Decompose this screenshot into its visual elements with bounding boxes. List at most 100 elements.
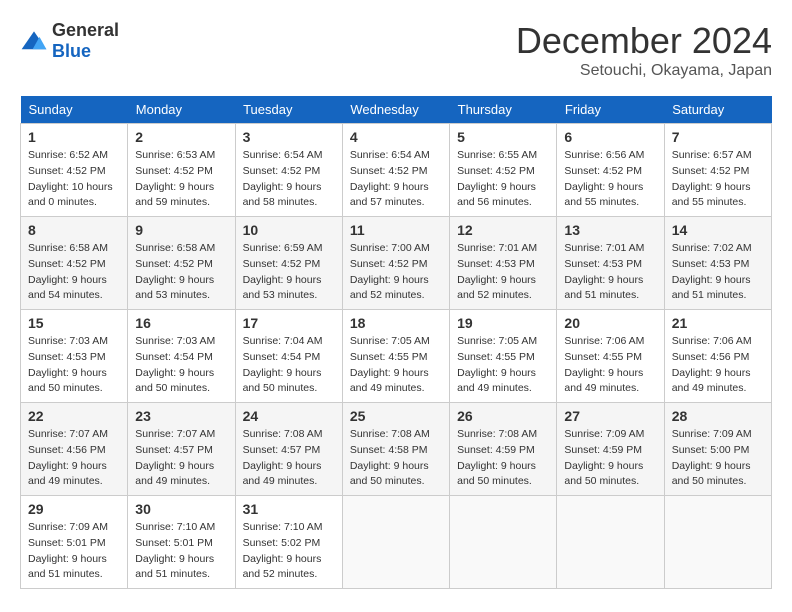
- logo-icon: [20, 30, 48, 52]
- table-row: 10 Sunrise: 6:59 AM Sunset: 4:52 PM Dayl…: [235, 217, 342, 310]
- table-row: 13 Sunrise: 7:01 AM Sunset: 4:53 PM Dayl…: [557, 217, 664, 310]
- table-row: 4 Sunrise: 6:54 AM Sunset: 4:52 PM Dayli…: [342, 124, 449, 217]
- day-number: 5: [457, 129, 549, 145]
- day-number: 7: [672, 129, 764, 145]
- day-number: 31: [243, 501, 335, 517]
- calendar-week-row: 15 Sunrise: 7:03 AM Sunset: 4:53 PM Dayl…: [21, 310, 772, 403]
- table-row: 6 Sunrise: 6:56 AM Sunset: 4:52 PM Dayli…: [557, 124, 664, 217]
- calendar-week-row: 29 Sunrise: 7:09 AM Sunset: 5:01 PM Dayl…: [21, 496, 772, 589]
- day-info: Sunrise: 6:58 AM Sunset: 4:52 PM Dayligh…: [135, 241, 227, 304]
- table-row: 14 Sunrise: 7:02 AM Sunset: 4:53 PM Dayl…: [664, 217, 771, 310]
- table-row: 29 Sunrise: 7:09 AM Sunset: 5:01 PM Dayl…: [21, 496, 128, 589]
- col-tuesday: Tuesday: [235, 96, 342, 124]
- day-info: Sunrise: 7:03 AM Sunset: 4:54 PM Dayligh…: [135, 334, 227, 397]
- day-info: Sunrise: 7:08 AM Sunset: 4:58 PM Dayligh…: [350, 427, 442, 490]
- table-row: 3 Sunrise: 6:54 AM Sunset: 4:52 PM Dayli…: [235, 124, 342, 217]
- col-saturday: Saturday: [664, 96, 771, 124]
- day-info: Sunrise: 7:06 AM Sunset: 4:55 PM Dayligh…: [564, 334, 656, 397]
- table-row: 22 Sunrise: 7:07 AM Sunset: 4:56 PM Dayl…: [21, 403, 128, 496]
- table-row: 24 Sunrise: 7:08 AM Sunset: 4:57 PM Dayl…: [235, 403, 342, 496]
- day-info: Sunrise: 7:09 AM Sunset: 5:00 PM Dayligh…: [672, 427, 764, 490]
- table-row: 28 Sunrise: 7:09 AM Sunset: 5:00 PM Dayl…: [664, 403, 771, 496]
- day-info: Sunrise: 7:06 AM Sunset: 4:56 PM Dayligh…: [672, 334, 764, 397]
- day-info: Sunrise: 7:01 AM Sunset: 4:53 PM Dayligh…: [564, 241, 656, 304]
- table-row: 15 Sunrise: 7:03 AM Sunset: 4:53 PM Dayl…: [21, 310, 128, 403]
- calendar-table: Sunday Monday Tuesday Wednesday Thursday…: [20, 96, 772, 589]
- table-row: 19 Sunrise: 7:05 AM Sunset: 4:55 PM Dayl…: [450, 310, 557, 403]
- day-info: Sunrise: 7:07 AM Sunset: 4:57 PM Dayligh…: [135, 427, 227, 490]
- day-number: 21: [672, 315, 764, 331]
- day-number: 11: [350, 222, 442, 238]
- table-row: 7 Sunrise: 6:57 AM Sunset: 4:52 PM Dayli…: [664, 124, 771, 217]
- day-info: Sunrise: 6:52 AM Sunset: 4:52 PM Dayligh…: [28, 148, 120, 211]
- table-row: 18 Sunrise: 7:05 AM Sunset: 4:55 PM Dayl…: [342, 310, 449, 403]
- day-info: Sunrise: 7:00 AM Sunset: 4:52 PM Dayligh…: [350, 241, 442, 304]
- day-info: Sunrise: 7:07 AM Sunset: 4:56 PM Dayligh…: [28, 427, 120, 490]
- day-info: Sunrise: 7:09 AM Sunset: 4:59 PM Dayligh…: [564, 427, 656, 490]
- day-number: 24: [243, 408, 335, 424]
- day-number: 14: [672, 222, 764, 238]
- day-number: 27: [564, 408, 656, 424]
- day-info: Sunrise: 6:54 AM Sunset: 4:52 PM Dayligh…: [243, 148, 335, 211]
- logo-text: General Blue: [52, 20, 119, 62]
- table-row: 21 Sunrise: 7:06 AM Sunset: 4:56 PM Dayl…: [664, 310, 771, 403]
- day-info: Sunrise: 6:55 AM Sunset: 4:52 PM Dayligh…: [457, 148, 549, 211]
- table-row: [450, 496, 557, 589]
- calendar-week-row: 22 Sunrise: 7:07 AM Sunset: 4:56 PM Dayl…: [21, 403, 772, 496]
- table-row: 1 Sunrise: 6:52 AM Sunset: 4:52 PM Dayli…: [21, 124, 128, 217]
- table-row: [557, 496, 664, 589]
- day-info: Sunrise: 7:03 AM Sunset: 4:53 PM Dayligh…: [28, 334, 120, 397]
- day-info: Sunrise: 6:59 AM Sunset: 4:52 PM Dayligh…: [243, 241, 335, 304]
- day-info: Sunrise: 6:57 AM Sunset: 4:52 PM Dayligh…: [672, 148, 764, 211]
- day-number: 10: [243, 222, 335, 238]
- col-friday: Friday: [557, 96, 664, 124]
- table-row: 16 Sunrise: 7:03 AM Sunset: 4:54 PM Dayl…: [128, 310, 235, 403]
- day-info: Sunrise: 6:54 AM Sunset: 4:52 PM Dayligh…: [350, 148, 442, 211]
- day-number: 3: [243, 129, 335, 145]
- day-info: Sunrise: 7:09 AM Sunset: 5:01 PM Dayligh…: [28, 520, 120, 583]
- day-info: Sunrise: 7:05 AM Sunset: 4:55 PM Dayligh…: [457, 334, 549, 397]
- day-number: 12: [457, 222, 549, 238]
- table-row: 17 Sunrise: 7:04 AM Sunset: 4:54 PM Dayl…: [235, 310, 342, 403]
- day-number: 19: [457, 315, 549, 331]
- logo: General Blue: [20, 20, 119, 62]
- table-row: 25 Sunrise: 7:08 AM Sunset: 4:58 PM Dayl…: [342, 403, 449, 496]
- day-info: Sunrise: 7:05 AM Sunset: 4:55 PM Dayligh…: [350, 334, 442, 397]
- day-info: Sunrise: 6:53 AM Sunset: 4:52 PM Dayligh…: [135, 148, 227, 211]
- day-info: Sunrise: 7:01 AM Sunset: 4:53 PM Dayligh…: [457, 241, 549, 304]
- table-row: 20 Sunrise: 7:06 AM Sunset: 4:55 PM Dayl…: [557, 310, 664, 403]
- title-block: December 2024 Setouchi, Okayama, Japan: [516, 20, 772, 80]
- table-row: 9 Sunrise: 6:58 AM Sunset: 4:52 PM Dayli…: [128, 217, 235, 310]
- day-number: 20: [564, 315, 656, 331]
- day-number: 16: [135, 315, 227, 331]
- col-monday: Monday: [128, 96, 235, 124]
- day-number: 13: [564, 222, 656, 238]
- day-number: 1: [28, 129, 120, 145]
- calendar-week-row: 8 Sunrise: 6:58 AM Sunset: 4:52 PM Dayli…: [21, 217, 772, 310]
- day-number: 15: [28, 315, 120, 331]
- col-sunday: Sunday: [21, 96, 128, 124]
- day-number: 8: [28, 222, 120, 238]
- col-wednesday: Wednesday: [342, 96, 449, 124]
- day-info: Sunrise: 7:02 AM Sunset: 4:53 PM Dayligh…: [672, 241, 764, 304]
- day-info: Sunrise: 6:58 AM Sunset: 4:52 PM Dayligh…: [28, 241, 120, 304]
- table-row: 8 Sunrise: 6:58 AM Sunset: 4:52 PM Dayli…: [21, 217, 128, 310]
- day-number: 17: [243, 315, 335, 331]
- table-row: 11 Sunrise: 7:00 AM Sunset: 4:52 PM Dayl…: [342, 217, 449, 310]
- day-info: Sunrise: 7:10 AM Sunset: 5:01 PM Dayligh…: [135, 520, 227, 583]
- table-row: 23 Sunrise: 7:07 AM Sunset: 4:57 PM Dayl…: [128, 403, 235, 496]
- month-title: December 2024: [516, 20, 772, 62]
- table-row: 30 Sunrise: 7:10 AM Sunset: 5:01 PM Dayl…: [128, 496, 235, 589]
- day-info: Sunrise: 7:08 AM Sunset: 4:57 PM Dayligh…: [243, 427, 335, 490]
- day-number: 22: [28, 408, 120, 424]
- table-row: 5 Sunrise: 6:55 AM Sunset: 4:52 PM Dayli…: [450, 124, 557, 217]
- day-number: 4: [350, 129, 442, 145]
- col-thursday: Thursday: [450, 96, 557, 124]
- calendar-header-row: Sunday Monday Tuesday Wednesday Thursday…: [21, 96, 772, 124]
- location-title: Setouchi, Okayama, Japan: [516, 62, 772, 80]
- table-row: 26 Sunrise: 7:08 AM Sunset: 4:59 PM Dayl…: [450, 403, 557, 496]
- day-number: 2: [135, 129, 227, 145]
- logo-blue: Blue: [52, 41, 91, 61]
- calendar-week-row: 1 Sunrise: 6:52 AM Sunset: 4:52 PM Dayli…: [21, 124, 772, 217]
- day-info: Sunrise: 7:10 AM Sunset: 5:02 PM Dayligh…: [243, 520, 335, 583]
